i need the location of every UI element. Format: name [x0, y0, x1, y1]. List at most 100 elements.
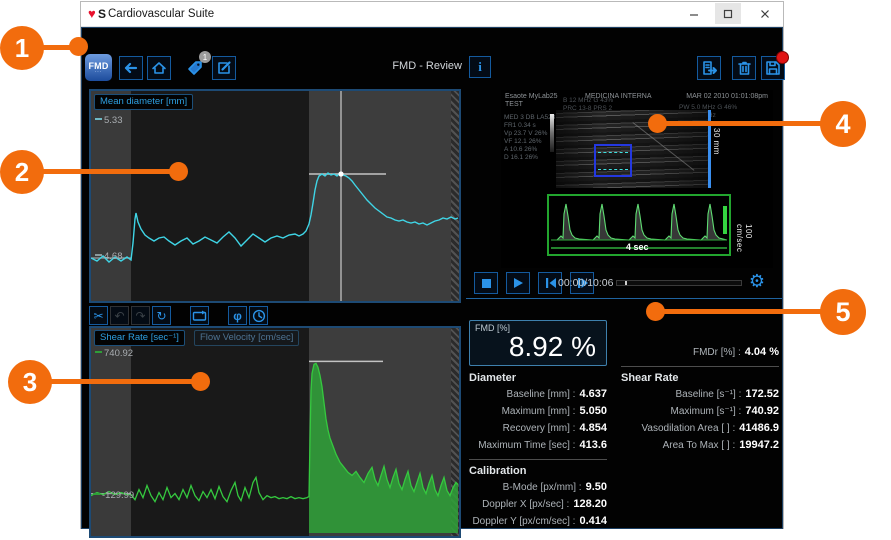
diameter-ymin-tick — [95, 254, 102, 256]
save-button[interactable] — [761, 56, 785, 80]
back-arrow-icon — [123, 60, 139, 76]
result-row: Baseline [mm] :4.637 — [469, 386, 607, 403]
result-row: B-Mode [px/mm] :9.50 — [469, 479, 607, 496]
diameter-ymax-label: 5.33 — [95, 115, 123, 126]
fmd-app-logo-button[interactable]: FMD ··· — [85, 54, 112, 81]
titlebar: ♥ S Cardiovascular Suite — [81, 2, 783, 27]
mean-diameter-chart-panel[interactable]: Mean diameter [mm] 5.33 4.68 — [89, 89, 461, 303]
info-button[interactable]: i — [469, 56, 491, 78]
result-row: Maximum Time [sec] :413.6 — [469, 437, 607, 454]
callout-5: 5 — [820, 289, 866, 335]
undo-button[interactable]: ↶ — [110, 306, 129, 325]
loop-icon — [192, 309, 207, 322]
diameter-ymin-label: 4.68 — [95, 251, 123, 262]
export-document-icon — [701, 60, 718, 76]
callout-2: 2 — [0, 150, 44, 194]
fmd-value: 8.92 % — [509, 331, 596, 363]
callout-3-line — [30, 379, 200, 384]
callout-4: 4 — [820, 101, 866, 147]
mode-title: FMD - Review — [352, 60, 462, 72]
undo-icon: ↶ — [114, 309, 124, 323]
stop-button[interactable] — [474, 272, 498, 294]
ultrasound-test-label: TEST — [505, 101, 523, 108]
close-icon — [760, 9, 770, 19]
ultrasound-vendor: Esaote MyLab25 — [505, 93, 558, 100]
callout-2-line — [22, 169, 178, 174]
ultrasound-frame: Esaote MyLab25 TEST MEDICINA INTERNA MAR… — [501, 90, 773, 268]
scissors-icon: ✂ — [93, 309, 103, 323]
back-button[interactable] — [119, 56, 143, 80]
shear-rate-chart-panel[interactable]: Shear Rate [sec⁻¹] Flow Velocity [cm/sec… — [89, 326, 461, 538]
divider — [469, 459, 607, 460]
refresh-icon: ↻ — [156, 309, 166, 323]
shear-curve-svg — [91, 328, 459, 536]
minimize-button[interactable] — [681, 3, 707, 24]
edit-button[interactable] — [212, 56, 236, 80]
trash-icon — [737, 60, 752, 76]
result-row: Doppler Y [px/cm/sec] :0.414 — [469, 513, 607, 530]
fmd-result-box: FMD [%] 8.92 % — [469, 320, 607, 366]
callout-1: 1 — [0, 26, 44, 70]
app-logo-s: S — [98, 7, 106, 21]
app-heart-logo-icon: ♥ — [88, 6, 96, 21]
cut-button[interactable]: ✂ — [89, 306, 108, 325]
info-icon: i — [478, 59, 482, 75]
result-row: Doppler X [px/sec] :128.20 — [469, 496, 607, 513]
step-back-icon — [544, 277, 557, 289]
play-icon — [512, 277, 524, 289]
far-wall-track-line — [598, 169, 628, 170]
sweep-time-label: 4 sec — [626, 242, 649, 252]
fmd-label: FMD [%] — [475, 323, 510, 333]
export-button[interactable] — [697, 56, 721, 80]
playback-position-marker[interactable] — [625, 281, 627, 285]
screenshot-canvas: ♥ S Cardiovascular Suite FMD ··· — [0, 0, 891, 540]
near-wall-track-line — [598, 152, 628, 153]
tgc-gradient-bar — [550, 114, 554, 152]
bmode-roi-box[interactable] — [594, 144, 632, 177]
mean-diameter-plot[interactable]: Mean diameter [mm] 5.33 4.68 — [91, 91, 459, 301]
callout-3: 3 — [8, 360, 52, 404]
save-alert-badge — [776, 51, 789, 64]
phi-marker-button[interactable]: φ — [228, 306, 247, 325]
result-row: Maximum [s⁻¹] :740.92 — [621, 403, 779, 420]
playback-progress-bar[interactable] — [616, 280, 742, 286]
fmd-logo-dots: ··· — [95, 71, 103, 74]
diameter-ymax-tick — [95, 118, 102, 120]
play-button[interactable] — [506, 272, 530, 294]
diameter-chart-title: Mean diameter [mm] — [94, 94, 193, 110]
playback-time: 00:00/10:06 — [558, 277, 613, 289]
shear-ymax-tick — [95, 351, 102, 353]
phi-icon: φ — [233, 309, 242, 323]
close-button[interactable] — [752, 3, 778, 24]
shear-ymax-label: 740.92 — [95, 348, 133, 359]
result-row: Recovery [mm] :4.854 — [469, 420, 607, 437]
shear-ymin-label: -129.99 — [93, 490, 134, 501]
delete-button[interactable] — [732, 56, 756, 80]
result-row: Area To Max [ ] :19947.2 — [621, 437, 779, 454]
tab-flow-velocity[interactable]: Flow Velocity [cm/sec] — [194, 330, 299, 346]
time-marker-button[interactable] — [249, 306, 268, 325]
settings-button[interactable]: ⚙ — [746, 270, 768, 292]
tag-button[interactable]: 1 — [183, 56, 207, 80]
diameter-section-header: Diameter — [469, 371, 607, 386]
maximize-button[interactable] — [715, 3, 741, 24]
result-row: Maximum [mm] :5.050 — [469, 403, 607, 420]
divider — [621, 366, 779, 367]
callout-3-dot — [191, 372, 210, 391]
tab-shear-rate[interactable]: Shear Rate [sec⁻¹] — [94, 330, 185, 346]
gear-icon: ⚙ — [749, 271, 765, 291]
loop-region-button[interactable] — [190, 306, 209, 325]
redo-icon: ↷ — [135, 309, 145, 323]
home-button[interactable] — [147, 56, 171, 80]
doppler-scale-tick — [723, 206, 727, 234]
depth-scale-label: 30 mm — [712, 128, 721, 155]
app-window: ♥ S Cardiovascular Suite FMD ··· — [81, 2, 783, 528]
callout-4-line — [657, 121, 843, 126]
app-content: FMD ··· 1 FMD - Review i — [81, 27, 783, 529]
reset-button[interactable]: ↻ — [152, 306, 171, 325]
shear-rate-plot[interactable]: Shear Rate [sec⁻¹] Flow Velocity [cm/sec… — [91, 328, 459, 536]
redo-button[interactable]: ↷ — [131, 306, 150, 325]
diameter-curve-svg — [91, 91, 459, 301]
diameter-results-column: Diameter Baseline [mm] :4.637 Maximum [m… — [469, 371, 607, 530]
velocity-scale-label: 100 cm/sec — [735, 224, 753, 268]
